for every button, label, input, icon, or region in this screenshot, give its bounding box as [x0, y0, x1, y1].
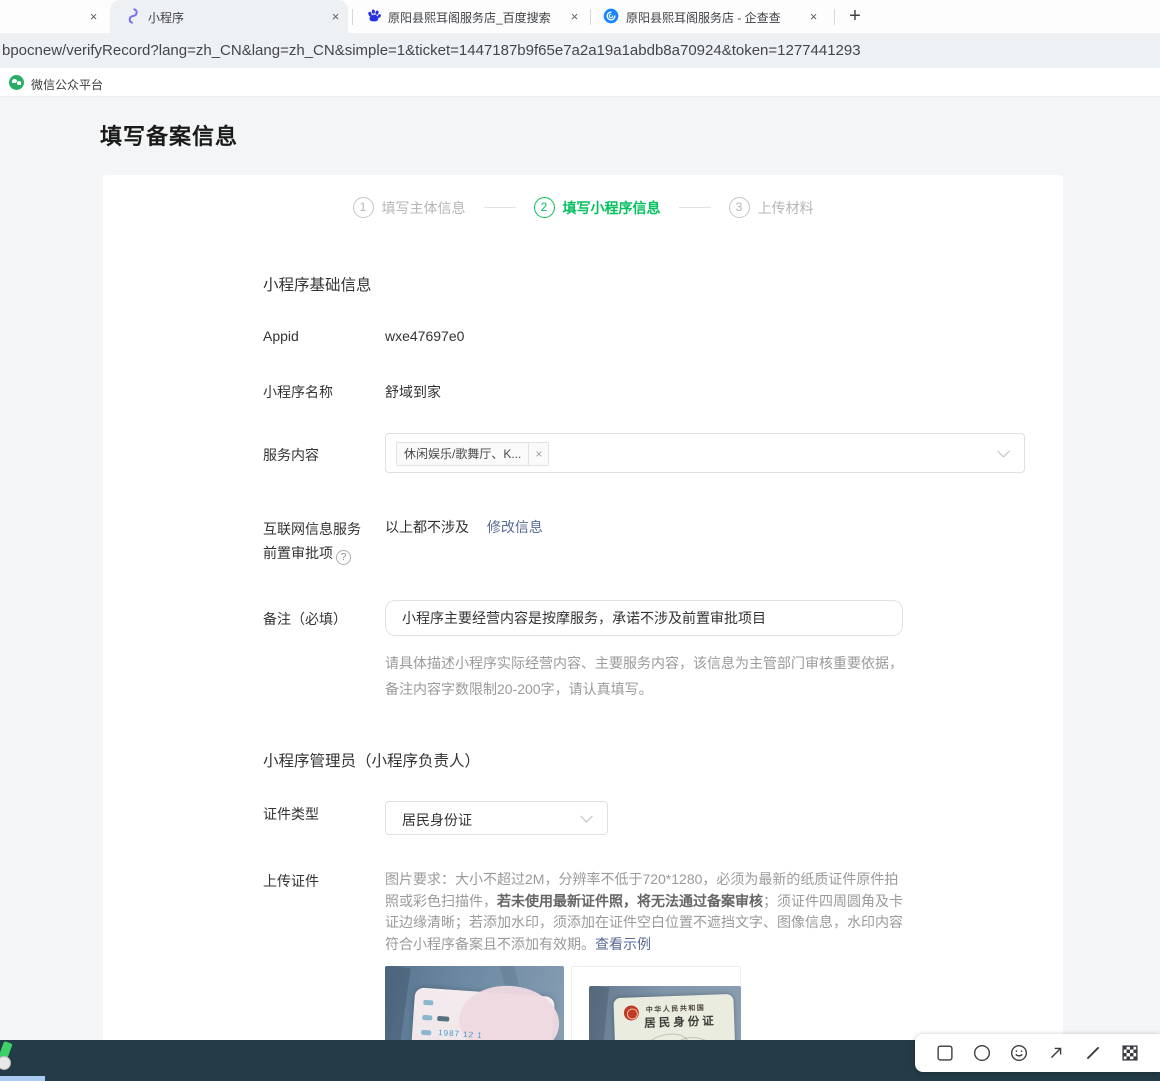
- step-divider: [484, 207, 516, 208]
- upload-requirements: 图片要求：大小不超过2M，分辨率不低于720*1280，必须为最新的纸质证件原件…: [385, 869, 909, 955]
- qichacha-icon: [603, 8, 619, 24]
- step-divider: [679, 207, 711, 208]
- idcard-front-birth: 1987 12 1: [438, 1028, 483, 1040]
- arrow-tool-button[interactable]: [1043, 1040, 1069, 1066]
- miniprogram-name-label: 小程序名称: [263, 382, 333, 402]
- idtype-value: 居民身份证: [402, 810, 472, 830]
- tab-title: 小程序: [148, 9, 184, 26]
- idcard-back-title: 居民身份证: [644, 1013, 717, 1032]
- service-tag: 休闲娱乐/歌舞厅、K... ×: [396, 442, 549, 466]
- section-admin: 小程序管理员（小程序负责人）: [263, 749, 480, 771]
- chevron-down-icon: [997, 445, 1010, 458]
- wechat-icon: [9, 75, 24, 90]
- taskbar-corner-strip: [0, 1076, 45, 1081]
- tab-cropped[interactable]: ×: [0, 0, 105, 33]
- step-3-number: 3: [729, 197, 750, 218]
- browser-tab-bar: × 小程序 × 原阳县熙耳阁服务店_百度搜索 × 原阳县熙耳阁服务店 - 企查查…: [0, 0, 1160, 33]
- tab-miniprogram[interactable]: 小程序 ×: [110, 0, 348, 33]
- step-3: 3 上传材料: [729, 197, 814, 218]
- appid-value: wxe47697e0: [385, 328, 465, 344]
- form-card: 1 填写主体信息 2 填写小程序信息 3 上传材料 小程序基础信息 Appid …: [103, 175, 1063, 1081]
- idtype-select[interactable]: 居民身份证: [385, 801, 608, 835]
- tab-close-icon[interactable]: ×: [806, 9, 821, 24]
- tab-title: 原阳县熙耳阁服务店_百度搜索: [388, 9, 551, 26]
- screenshot-stage: × 小程序 × 原阳县熙耳阁服务店_百度搜索 × 原阳县熙耳阁服务店 - 企查查…: [0, 0, 1160, 1081]
- modify-info-link[interactable]: 修改信息: [487, 519, 543, 535]
- service-content-label: 服务内容: [263, 445, 319, 465]
- url-text[interactable]: bpocnew/verifyRecord?lang=zh_CN&lang=zh_…: [2, 42, 861, 59]
- ellipse-tool-button[interactable]: [969, 1040, 995, 1066]
- remark-help-text: 请具体描述小程序实际经营内容、主要服务内容，该信息为主管部门审核重要依据，备注内…: [385, 650, 909, 702]
- tab-close-icon[interactable]: ×: [328, 9, 343, 24]
- service-tag-text: 休闲娱乐/歌舞厅、K...: [396, 442, 529, 466]
- remark-input[interactable]: 小程序主要经营内容是按摩服务，承诺不涉及前置审批项目: [385, 600, 903, 636]
- step-1: 1 填写主体信息: [353, 197, 466, 218]
- tab-qichacha[interactable]: 原阳县熙耳阁服务店 - 企查查 ×: [594, 0, 834, 33]
- tab-baidu-search[interactable]: 原阳县熙耳阁服务店_百度搜索 ×: [356, 0, 586, 33]
- service-content-select[interactable]: 休闲娱乐/歌舞厅、K... ×: [385, 433, 1025, 473]
- screenshot-annotation-toolbar: [915, 1034, 1160, 1072]
- step-indicator: 1 填写主体信息 2 填写小程序信息 3 上传材料: [103, 197, 1063, 218]
- tab-title: 原阳县熙耳阁服务店 - 企查查: [626, 9, 781, 26]
- tab-separator: [590, 9, 591, 25]
- tag-remove-icon[interactable]: ×: [529, 442, 549, 466]
- mosaic-tool-button[interactable]: [1117, 1040, 1143, 1066]
- step-2-number: 2: [534, 197, 555, 218]
- tab-close-icon[interactable]: ×: [86, 9, 101, 24]
- rect-tool-button[interactable]: [932, 1040, 958, 1066]
- chevron-down-icon: [580, 810, 593, 823]
- preapproval-label-line2: 前置审批项: [263, 545, 333, 561]
- new-tab-button[interactable]: +: [843, 5, 867, 29]
- pen-tool-button[interactable]: [1080, 1040, 1106, 1066]
- section-basic-info: 小程序基础信息: [263, 273, 372, 295]
- preapproval-value: 以上都不涉及 修改信息: [385, 517, 543, 537]
- bookmark-wechat-mp[interactable]: 微信公众平台: [31, 76, 103, 93]
- remark-label: 备注（必填）: [263, 609, 347, 629]
- step-2-label: 填写小程序信息: [563, 198, 661, 218]
- step-3-label: 上传材料: [758, 198, 814, 218]
- preapproval-label: 互联网信息服务 前置审批项?: [263, 517, 383, 565]
- national-emblem-icon: [624, 1005, 640, 1021]
- preapproval-selection: 以上都不涉及: [385, 519, 469, 535]
- bookmark-bar: 微信公众平台: [0, 68, 1160, 97]
- page-background: 填写备案信息 1 填写主体信息 2 填写小程序信息 3 上传材料: [0, 97, 1160, 1081]
- miniprogram-name-value: 舒域到家: [385, 382, 441, 402]
- page-title: 填写备案信息: [100, 119, 238, 151]
- upload-cert-label: 上传证件: [263, 871, 319, 891]
- help-question-icon[interactable]: ?: [336, 550, 351, 565]
- tab-separator: [352, 9, 353, 25]
- req-bold: 若未使用最新证件照，将无法通过备案审核: [497, 893, 763, 909]
- idtype-label: 证件类型: [263, 804, 319, 824]
- step-2-active: 2 填写小程序信息: [534, 197, 661, 218]
- preapproval-label-line1: 互联网信息服务: [263, 521, 361, 537]
- tab-close-icon[interactable]: ×: [567, 9, 582, 24]
- step-1-label: 填写主体信息: [382, 198, 466, 218]
- view-example-link[interactable]: 查看示例: [595, 936, 651, 952]
- appid-label: Appid: [263, 328, 299, 344]
- address-bar[interactable]: bpocnew/verifyRecord?lang=zh_CN&lang=zh_…: [0, 33, 1160, 68]
- emoji-tool-button[interactable]: [1006, 1040, 1032, 1066]
- step-1-number: 1: [353, 197, 374, 218]
- tab-separator: [834, 9, 835, 25]
- miniprogram-icon: [124, 8, 140, 24]
- baidu-icon: [366, 8, 382, 24]
